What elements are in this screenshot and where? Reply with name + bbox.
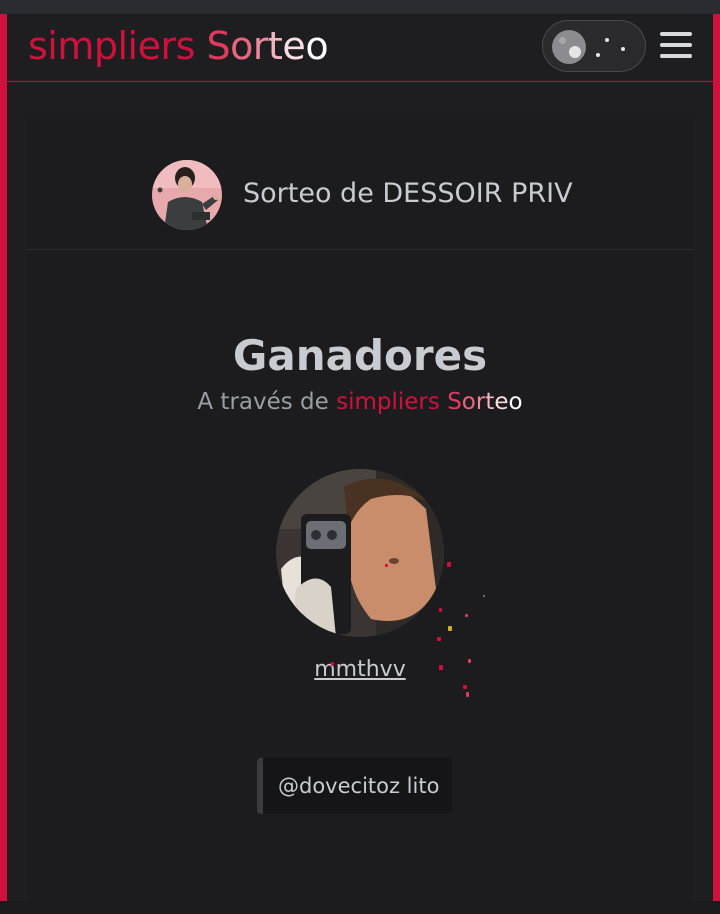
subtitle-brand-word-sorteo: Sorteo [447, 389, 523, 415]
hamburger-menu-icon[interactable] [660, 31, 694, 61]
browser-top-strip [0, 0, 720, 14]
dark-mode-toggle[interactable] [542, 20, 646, 72]
confetti-piece [439, 608, 442, 612]
star-icon [605, 38, 609, 42]
brand-logo[interactable]: simpliers Sorteo [28, 22, 329, 70]
subtitle-brand-word-simpliers: simpliers [336, 389, 440, 415]
confetti-piece [466, 692, 469, 697]
confetti-piece [483, 595, 485, 597]
confetti-piece [439, 665, 443, 670]
brand-word-sorteo: Sorteo [206, 24, 329, 68]
confetti-piece [468, 659, 471, 663]
subtitle-prefix: A través de [197, 389, 329, 415]
brand-word-simpliers: simpliers [28, 24, 195, 68]
via-brand-subtitle: A través de simpliers Sorteo [27, 387, 693, 417]
moon-icon [552, 30, 586, 64]
confetti-piece [463, 685, 467, 689]
confetti-piece [465, 614, 468, 617]
confetti-piece [447, 562, 451, 567]
confetti-piece [448, 626, 452, 631]
host-avatar [152, 160, 222, 230]
card-header: Sorteo de DESSOIR PRIV [27, 114, 693, 250]
page-frame: simpliers Sorteo Sorteo de DESSOIR PRIV … [0, 14, 720, 914]
winner-username-link[interactable]: mmthvv [27, 656, 693, 684]
confetti-piece [437, 637, 441, 641]
winners-heading: Ganadores [232, 331, 488, 380]
giveaway-card: Sorteo de DESSOIR PRIV Ganadores A travé… [27, 114, 693, 914]
winner-comment: @dovecitoz lito [257, 758, 452, 814]
star-icon [596, 53, 600, 57]
star-icon [621, 47, 625, 51]
confetti-piece [331, 662, 334, 666]
winner-avatar[interactable] [276, 469, 444, 637]
giveaway-title: Sorteo de DESSOIR PRIV [243, 178, 573, 209]
confetti-piece [385, 564, 388, 567]
navbar: simpliers Sorteo [7, 14, 713, 82]
